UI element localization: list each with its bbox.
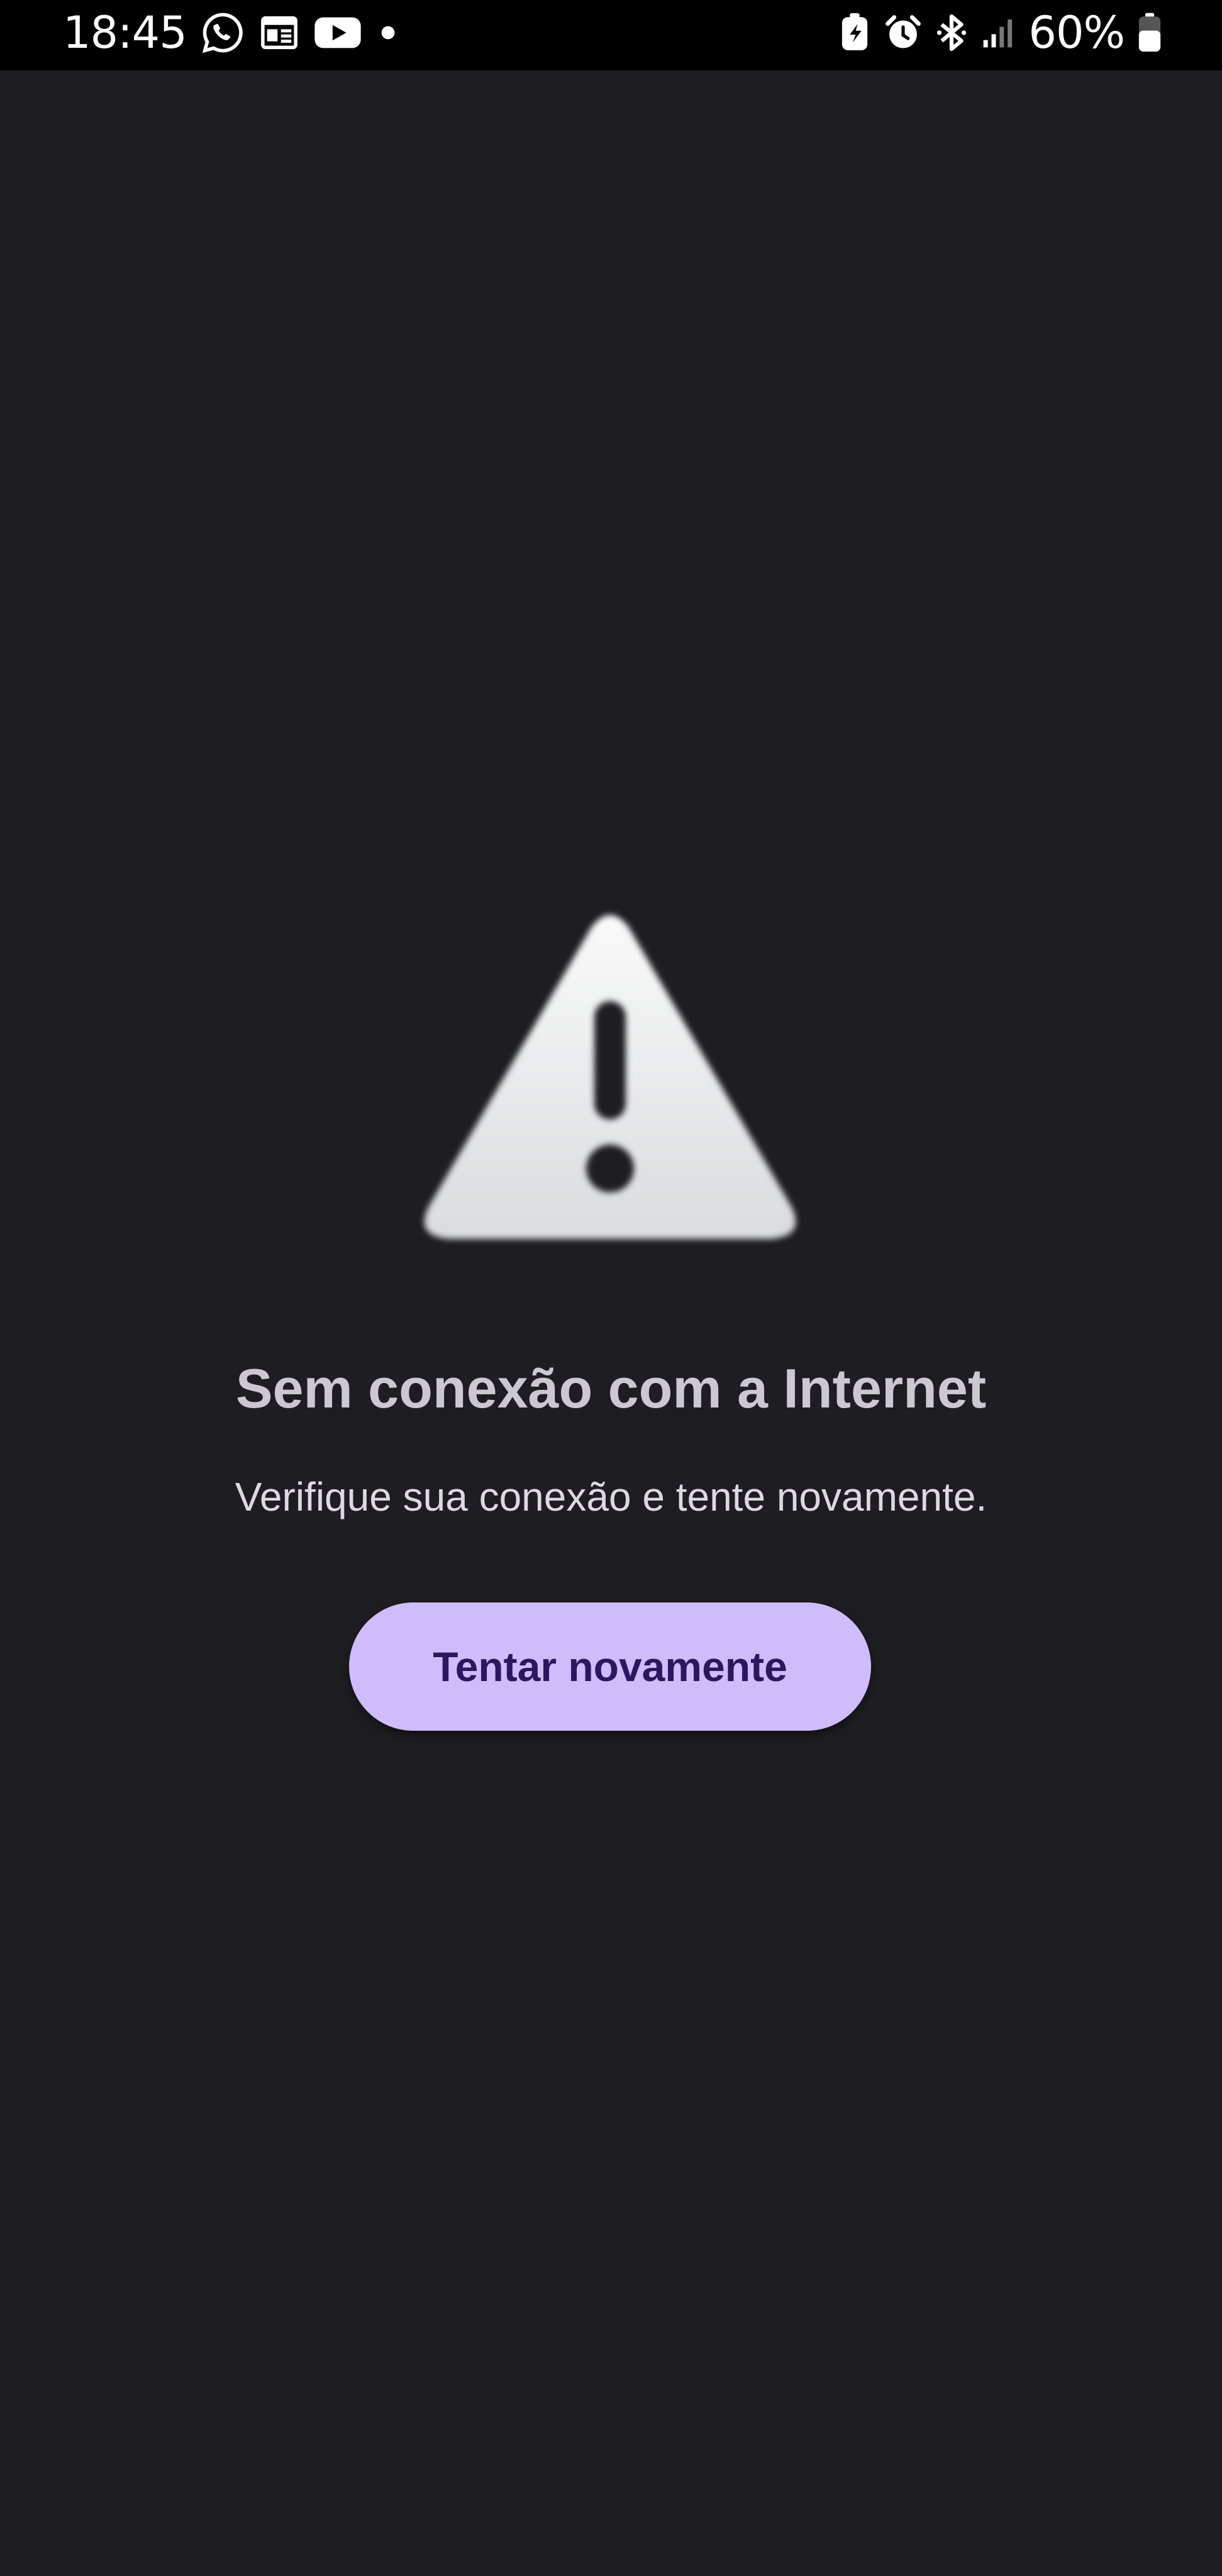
bluetooth-icon: [935, 13, 968, 53]
clock: 18:45: [63, 7, 187, 58]
alarm-icon: [884, 13, 923, 52]
status-bar: 18:45 60%: [0, 0, 1222, 70]
youtube-icon: [314, 14, 362, 52]
signal-icon: [980, 14, 1016, 52]
status-bar-right: 60%: [838, 0, 1162, 65]
dot-icon: [375, 20, 401, 45]
retry-button[interactable]: Tentar novamente: [349, 1602, 871, 1731]
battery-saver-icon: [838, 13, 871, 52]
retry-button-label: Tentar novamente: [433, 1643, 787, 1690]
warning-icon: [415, 906, 805, 1258]
error-message: Verifique sua conexão e tente novamente.: [235, 1474, 987, 1519]
battery-icon: [1137, 13, 1162, 53]
battery-percent: 60%: [1028, 7, 1125, 58]
error-title: Sem conexão com a Internet: [235, 1357, 987, 1419]
news-icon: [258, 12, 300, 53]
whatsapp-icon: [201, 11, 245, 55]
status-bar-left: 18:45: [63, 0, 401, 65]
offline-screen: 18:45 60% Sem conexão com a Internet Ver…: [0, 0, 1222, 2576]
